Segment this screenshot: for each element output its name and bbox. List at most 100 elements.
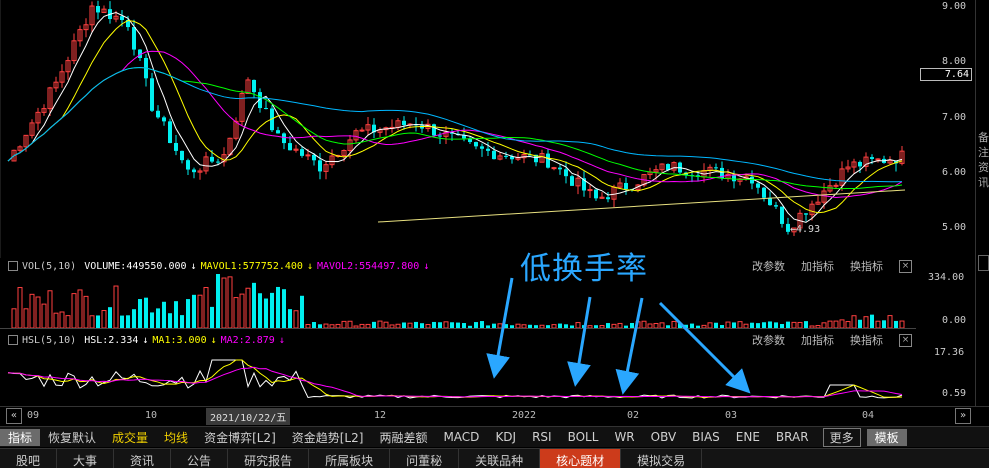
hsl-ma1: MA1:3.000	[152, 334, 207, 346]
volume-bar	[425, 324, 431, 329]
turnover-rate-chart[interactable]	[0, 348, 916, 406]
switch-indicator-button[interactable]: 换指标	[850, 332, 883, 348]
toolbar-boll[interactable]: BOLL	[560, 430, 607, 444]
volume-bar	[851, 315, 857, 329]
toolbar-macd[interactable]: MACD	[435, 430, 487, 444]
candle-body	[858, 161, 862, 167]
volume-bar	[270, 292, 274, 328]
volume-bar	[480, 321, 484, 328]
volume-bar	[791, 321, 797, 329]
tab-events[interactable]: 大事	[57, 449, 115, 468]
scroll-right-button[interactable]: »	[955, 408, 971, 424]
volume-bar	[863, 316, 869, 329]
add-indicator-button[interactable]: 加指标	[801, 332, 834, 348]
volume-bar	[594, 325, 598, 328]
volume-bar	[318, 324, 322, 328]
tab-sectors[interactable]: 所属板块	[309, 449, 391, 468]
right-sidebar[interactable]: 备注资讯	[975, 0, 989, 406]
toolbar-volume[interactable]: 成交量	[104, 429, 156, 446]
volume-bar	[504, 324, 508, 328]
volume-bar	[389, 324, 395, 329]
toolbar-moving-average[interactable]: 均线	[156, 429, 196, 446]
modify-params-button[interactable]: 改参数	[752, 332, 785, 348]
current-price-label: 7.64	[920, 68, 972, 81]
candle-body	[570, 176, 574, 186]
volume-bar	[551, 324, 557, 329]
toolbar-margin-diff[interactable]: 两融差额	[371, 429, 435, 446]
candle-body	[756, 183, 760, 188]
tab-core-topics[interactable]: 核心题材	[540, 449, 622, 468]
candle-body	[210, 156, 214, 162]
candle-body	[486, 148, 490, 151]
vol-checkbox[interactable]	[8, 261, 18, 271]
volume-bar	[144, 297, 148, 328]
toolbar-brar[interactable]: BRAR	[768, 430, 817, 444]
tab-news[interactable]: 资讯	[114, 449, 172, 468]
toolbar-wr[interactable]: WR	[606, 430, 642, 444]
volume-bar	[83, 295, 89, 329]
hsl-param[interactable]: HSL(5,10)	[22, 335, 76, 346]
volume-bar	[762, 322, 766, 328]
toolbar-ene[interactable]: ENE	[728, 430, 768, 444]
volume-bar	[353, 325, 359, 329]
volume-bar	[203, 287, 209, 329]
volume-bar	[359, 323, 365, 329]
volume-bar	[497, 323, 503, 329]
volume-bar	[821, 322, 827, 329]
volume-bar	[528, 324, 532, 328]
volume-bar	[768, 321, 772, 328]
volume-bar	[450, 322, 454, 328]
turnover-tick: 0.59	[942, 388, 967, 399]
toolbar-kdj[interactable]: KDJ	[487, 430, 524, 444]
switch-indicator-button[interactable]: 换指标	[850, 258, 883, 274]
toolbar-bias[interactable]: BIAS	[684, 430, 728, 444]
close-icon[interactable]: ×	[899, 333, 912, 347]
time-label: 02	[627, 410, 640, 421]
volume-bar	[120, 315, 124, 328]
volume-bar	[570, 325, 574, 328]
volume-bar	[305, 324, 311, 329]
volume-bar	[216, 274, 220, 328]
tab-research[interactable]: 研究报告	[228, 449, 310, 468]
collapse-handle-icon[interactable]	[978, 255, 989, 271]
volume-bar	[407, 322, 413, 329]
tab-related[interactable]: 关联品种	[459, 449, 541, 468]
candle-body	[168, 121, 172, 144]
toolbar-restore-default[interactable]: 恢复默认	[40, 429, 104, 446]
volume-bar	[156, 308, 160, 328]
annotation-label: 低换手率	[520, 251, 648, 287]
candlestick-chart[interactable]: ←4.93	[0, 0, 916, 258]
candle-body	[120, 16, 124, 21]
toolbar-fund-game[interactable]: 资金博弈[L2]	[196, 429, 284, 446]
moving-average-line	[7, 66, 903, 190]
toolbar-fund-trend[interactable]: 资金趋势[L2]	[284, 429, 372, 446]
scroll-left-button[interactable]: «	[6, 408, 22, 424]
volume-bar	[162, 301, 166, 328]
down-arrow-icon: ↓	[142, 334, 149, 346]
volume-bar	[71, 293, 77, 329]
toolbar-indicator[interactable]: 指标	[0, 428, 41, 446]
tab-guba[interactable]: 股吧	[0, 449, 58, 468]
tab-ask-secretary[interactable]: 问董秘	[390, 449, 460, 468]
candle-body	[156, 110, 160, 118]
hsl-checkbox[interactable]	[8, 335, 18, 345]
modify-params-button[interactable]: 改参数	[752, 258, 785, 274]
volume-chart[interactable]	[0, 274, 916, 330]
close-icon[interactable]: ×	[899, 259, 912, 273]
volume-bar	[77, 289, 83, 329]
candle-body	[318, 160, 322, 172]
turnover-tick: 17.36	[934, 347, 965, 358]
vol-param[interactable]: VOL(5,10)	[22, 261, 76, 272]
toolbar-obv[interactable]: OBV	[643, 430, 685, 444]
volume-bar	[707, 322, 713, 329]
volume-bar	[833, 320, 839, 329]
toolbar-rsi[interactable]: RSI	[524, 430, 560, 444]
volume-bar	[546, 325, 550, 328]
tab-announcements[interactable]: 公告	[171, 449, 229, 468]
add-indicator-button[interactable]: 加指标	[801, 258, 834, 274]
toolbar-template-button[interactable]: 模板	[866, 428, 907, 446]
toolbar-more-button[interactable]: 更多	[822, 427, 861, 447]
volume-bar	[395, 323, 401, 329]
volume-tick: 334.00	[928, 272, 965, 283]
tab-sim-trading[interactable]: 模拟交易	[621, 449, 703, 468]
